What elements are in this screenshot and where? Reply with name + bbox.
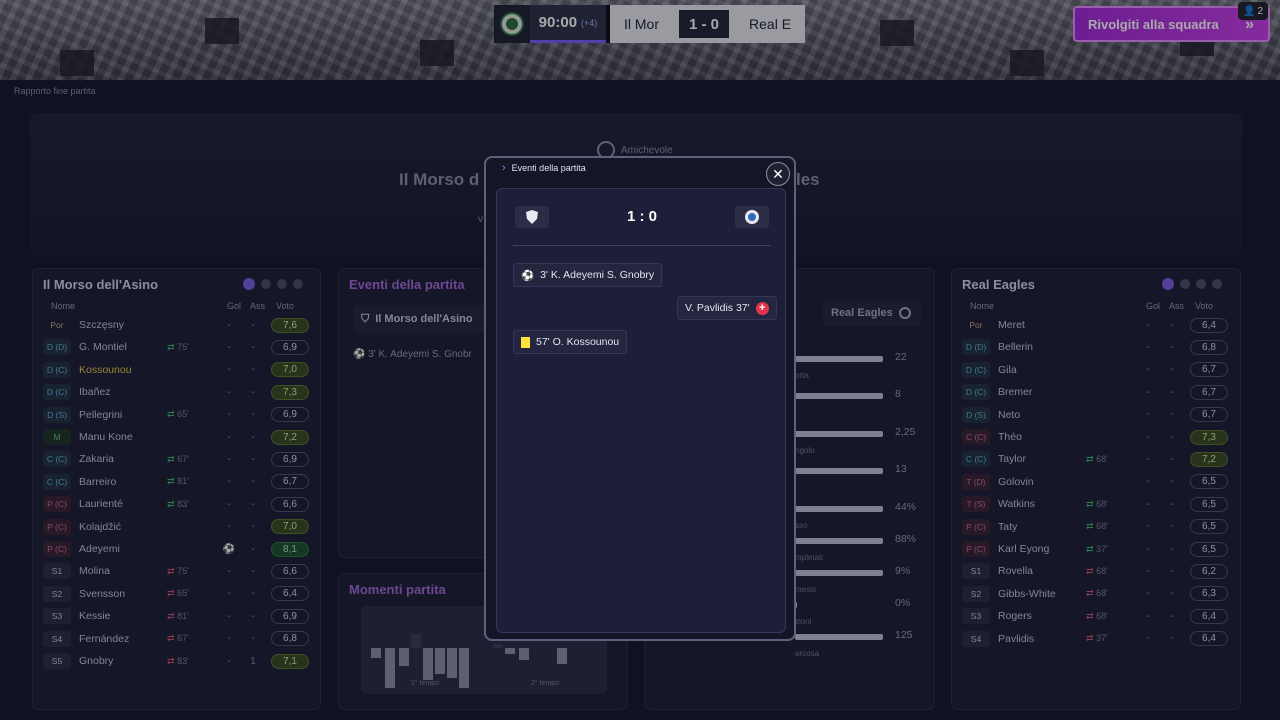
event-yellow-card[interactable]: 57' O. Kossounou xyxy=(513,330,628,354)
match-events-modal: › Eventi della partita ✕ 1 : 0 ⚽ 3' K. A… xyxy=(484,156,796,641)
divider xyxy=(513,245,771,246)
modal-title: Eventi della partita xyxy=(511,163,586,173)
event-text: V. Pavlidis 37' xyxy=(685,302,750,314)
modal-header: › Eventi della partita xyxy=(502,162,586,174)
event-goal[interactable]: ⚽ 3' K. Adeyemi S. Gnobry xyxy=(513,263,663,287)
event-text: 57' O. Kossounou xyxy=(536,336,620,348)
close-icon: ✕ xyxy=(772,165,784,182)
chevron-right-icon: › xyxy=(502,162,506,174)
event-red-card[interactable]: V. Pavlidis 37' + xyxy=(677,296,777,320)
modal-body: 1 : 0 ⚽ 3' K. Adeyemi S. Gnobry V. Pavli… xyxy=(496,188,786,633)
event-text: 3' K. Adeyemi S. Gnobry xyxy=(540,269,655,281)
close-button[interactable]: ✕ xyxy=(766,162,790,186)
goal-icon: ⚽ xyxy=(521,269,535,282)
injury-icon: + xyxy=(755,301,769,315)
yellow-card-icon xyxy=(521,336,530,348)
away-crest-icon xyxy=(735,206,769,228)
